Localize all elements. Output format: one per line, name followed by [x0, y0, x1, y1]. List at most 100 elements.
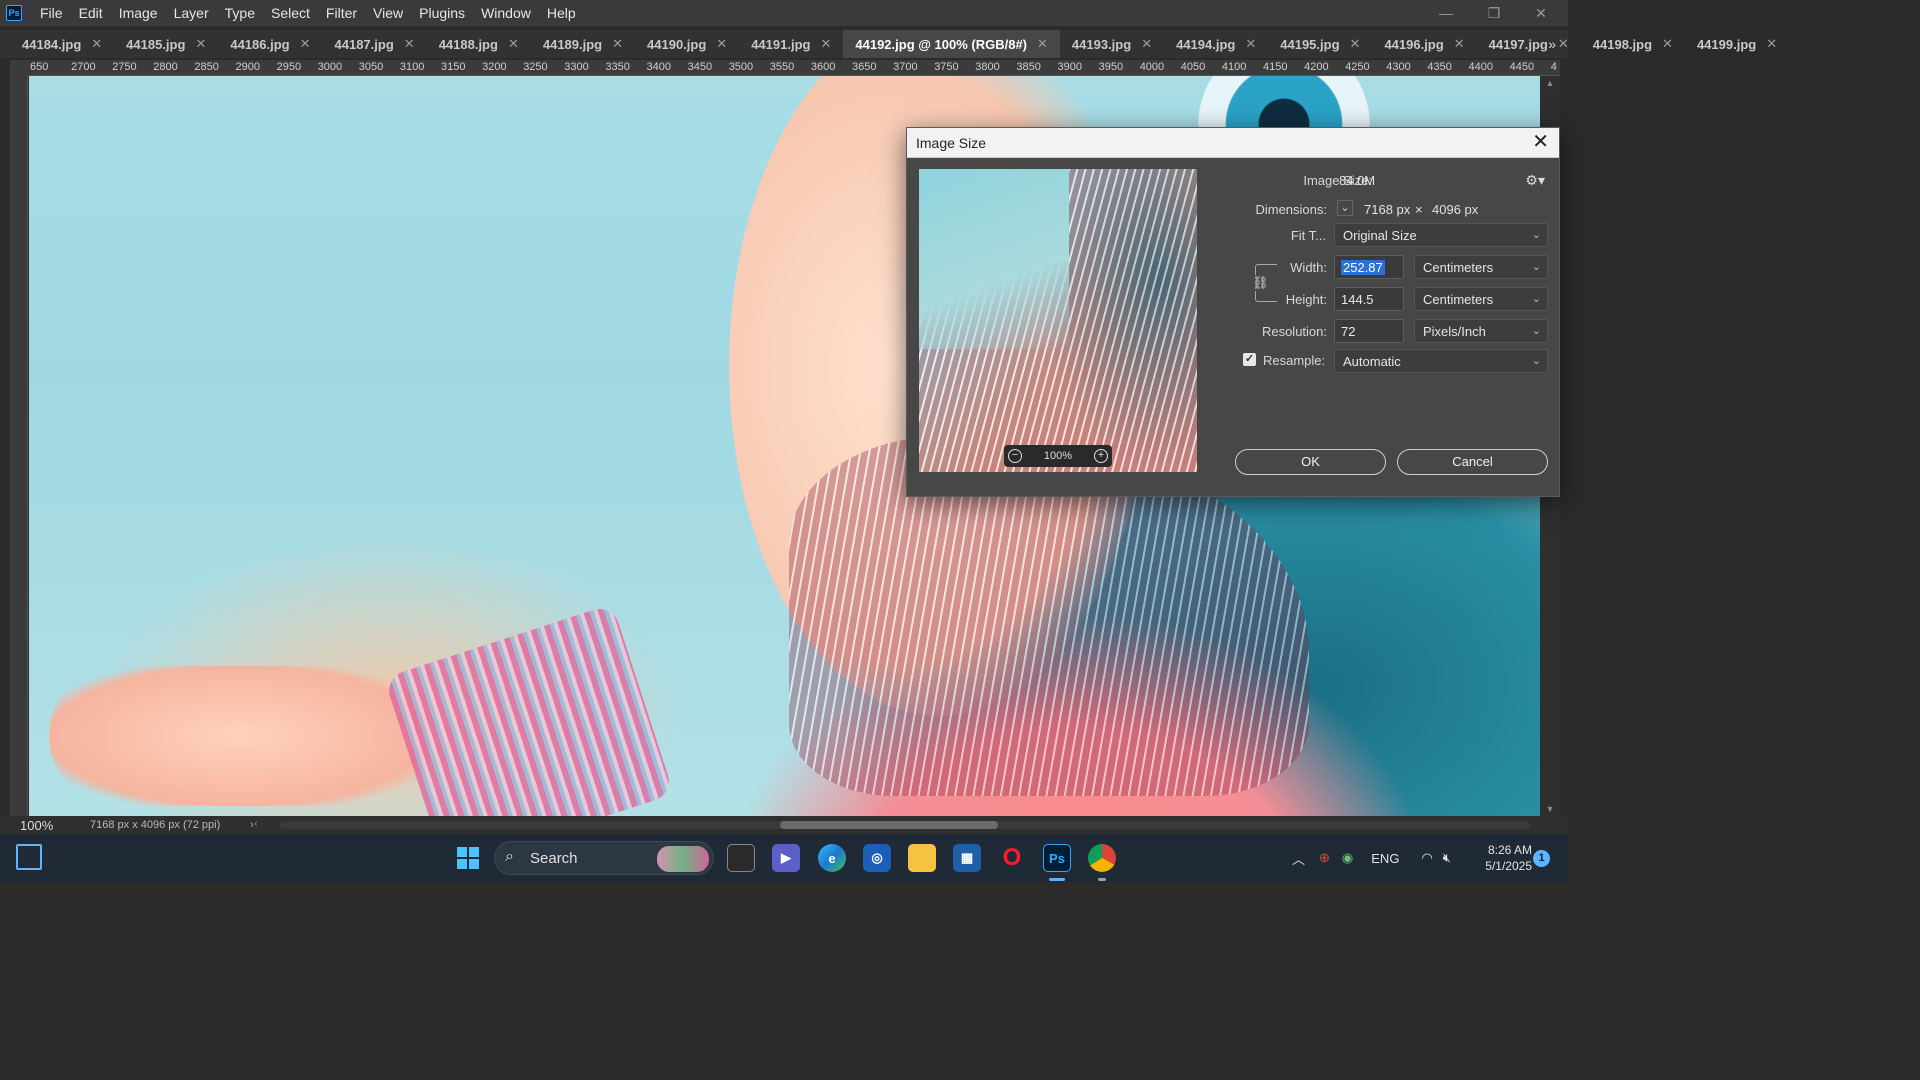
- fit-to-select[interactable]: Original Size ⌄: [1334, 223, 1548, 247]
- tray-network-globe-icon[interactable]: ◉: [1342, 850, 1353, 866]
- photoshop-taskbar-icon[interactable]: Ps: [1043, 844, 1071, 872]
- width-unit-select[interactable]: Centimeters ⌄: [1414, 255, 1548, 279]
- tab-label: 44197.jpg: [1488, 36, 1548, 52]
- tab-44191[interactable]: 44191.jpg ✕: [739, 30, 843, 58]
- resolution-input[interactable]: 72: [1334, 319, 1404, 343]
- menu-plugins[interactable]: Plugins: [411, 0, 473, 26]
- tab-close-icon[interactable]: ✕: [716, 36, 727, 52]
- tab-44192-active[interactable]: 44192.jpg @ 100% (RGB/8#) ✕: [843, 30, 1060, 58]
- tab-label: 44186.jpg: [230, 36, 290, 52]
- tray-overflow-icon[interactable]: ︿: [1292, 849, 1305, 868]
- ok-button[interactable]: OK: [1235, 449, 1386, 475]
- chrome-icon[interactable]: [1088, 844, 1116, 872]
- menu-view[interactable]: View: [365, 0, 411, 26]
- restore-icon[interactable]: ❐: [1474, 0, 1514, 26]
- menu-filter[interactable]: Filter: [318, 0, 365, 26]
- tab-44186[interactable]: 44186.jpg ✕: [218, 30, 322, 58]
- tab-44194[interactable]: 44194.jpg ✕: [1164, 30, 1268, 58]
- tab-44195[interactable]: 44195.jpg ✕: [1268, 30, 1372, 58]
- wifi-icon[interactable]: ◠: [1421, 850, 1432, 866]
- scroll-up-icon[interactable]: ▲: [1540, 78, 1560, 88]
- horizontal-scrollbar[interactable]: ‹: [250, 818, 1540, 832]
- menu-image[interactable]: Image: [111, 0, 166, 26]
- menu-file[interactable]: File: [32, 0, 71, 26]
- meet-icon[interactable]: ▶: [772, 844, 800, 872]
- task-view-icon[interactable]: [727, 844, 755, 872]
- menu-select[interactable]: Select: [263, 0, 318, 26]
- scroll-down-icon[interactable]: ▼: [1540, 804, 1560, 814]
- tray-app-icon[interactable]: ⊕: [1319, 850, 1330, 866]
- scroll-left-icon[interactable]: ‹: [254, 818, 258, 830]
- scrollbar-thumb[interactable]: [780, 821, 998, 829]
- tab-44187[interactable]: 44187.jpg ✕: [323, 30, 427, 58]
- tab-44193[interactable]: 44193.jpg ✕: [1060, 30, 1164, 58]
- cancel-button[interactable]: Cancel: [1397, 449, 1548, 475]
- tab-close-icon[interactable]: ✕: [1766, 36, 1777, 52]
- opera-icon[interactable]: O: [998, 844, 1026, 872]
- tab-close-icon[interactable]: ✕: [1245, 36, 1256, 52]
- tab-44196[interactable]: 44196.jpg ✕: [1372, 30, 1476, 58]
- ruler-tick-label: 3900: [1057, 61, 1082, 73]
- fit-to-label: Fit T...: [1290, 228, 1326, 243]
- image-preview[interactable]: − 100% +: [919, 169, 1197, 472]
- dimensions-units-chevron-icon[interactable]: ⌄: [1337, 200, 1353, 216]
- gear-icon[interactable]: ⚙▾: [1525, 172, 1545, 189]
- dimensions-width: 7168 px: [1364, 202, 1411, 217]
- zoom-in-icon[interactable]: +: [1093, 449, 1108, 463]
- menu-window[interactable]: Window: [473, 0, 539, 26]
- language-indicator[interactable]: ENG: [1371, 851, 1399, 866]
- tab-close-icon[interactable]: ✕: [1662, 36, 1673, 52]
- ruler-tick-label: 4350: [1427, 61, 1452, 73]
- link-proportions-icon[interactable]: ⛓: [1252, 275, 1269, 291]
- preview-zoom-level: 100%: [1043, 450, 1073, 462]
- tab-close-icon[interactable]: ✕: [1454, 36, 1465, 52]
- tab-44199[interactable]: 44199.jpg ✕: [1685, 30, 1789, 58]
- zoom-out-icon[interactable]: −: [1008, 449, 1022, 463]
- resample-select[interactable]: Automatic ⌄: [1334, 349, 1548, 373]
- minimize-icon[interactable]: —: [1426, 0, 1466, 26]
- taskbar-search[interactable]: ⌕ Search: [494, 841, 714, 875]
- tab-close-icon[interactable]: ✕: [1558, 36, 1569, 52]
- resample-checkbox[interactable]: ✓: [1243, 353, 1256, 366]
- height-input[interactable]: 144.5: [1334, 287, 1404, 311]
- menu-type[interactable]: Type: [217, 0, 263, 26]
- menu-edit[interactable]: Edit: [71, 0, 111, 26]
- ruler-tick-label: 3600: [810, 61, 836, 73]
- tab-close-icon[interactable]: ✕: [612, 36, 623, 52]
- menu-help[interactable]: Help: [539, 0, 584, 26]
- tab-close-icon[interactable]: ✕: [1350, 36, 1361, 52]
- notification-badge[interactable]: 1: [1533, 850, 1550, 867]
- tab-close-icon[interactable]: ✕: [300, 36, 311, 52]
- tab-close-icon[interactable]: ✕: [404, 36, 415, 52]
- tab-close-icon[interactable]: ✕: [820, 36, 831, 52]
- tab-close-icon[interactable]: ✕: [91, 36, 102, 52]
- close-icon[interactable]: ✕: [1532, 131, 1549, 153]
- menu-layer[interactable]: Layer: [166, 0, 217, 26]
- height-unit-select[interactable]: Centimeters ⌄: [1414, 287, 1548, 311]
- store-icon[interactable]: ▦: [953, 844, 981, 872]
- close-window-icon[interactable]: ✕: [1521, 0, 1561, 26]
- start-icon[interactable]: [454, 844, 482, 872]
- system-clock[interactable]: 8:26 AM 5/1/2025: [1470, 842, 1532, 874]
- tab-44188[interactable]: 44188.jpg ✕: [427, 30, 531, 58]
- resolution-unit-select[interactable]: Pixels/Inch ⌄: [1414, 319, 1548, 343]
- tab-close-icon[interactable]: ✕: [1037, 36, 1048, 52]
- tab-44184[interactable]: 44184.jpg ✕: [10, 30, 114, 58]
- tab-44190[interactable]: 44190.jpg ✕: [635, 30, 739, 58]
- file-explorer-icon[interactable]: [908, 844, 936, 872]
- tab-close-icon[interactable]: ✕: [1141, 36, 1152, 52]
- zoom-level[interactable]: 100%: [0, 818, 62, 833]
- tab-44197[interactable]: 44197.jpg ✕: [1477, 30, 1581, 58]
- tab-44185[interactable]: 44185.jpg ✕: [114, 30, 218, 58]
- speaker-muted-icon[interactable]: 🔇︎: [1443, 850, 1451, 866]
- widgets-icon[interactable]: [16, 844, 42, 870]
- tab-overflow-icon[interactable]: »: [1548, 30, 1556, 58]
- tab-close-icon[interactable]: ✕: [508, 36, 519, 52]
- tab-44189[interactable]: 44189.jpg ✕: [531, 30, 635, 58]
- tab-close-icon[interactable]: ✕: [195, 36, 206, 52]
- tab-44198[interactable]: 44198.jpg ✕: [1581, 30, 1685, 58]
- lens-icon[interactable]: ◎: [863, 844, 891, 872]
- width-input[interactable]: 252.87: [1334, 255, 1404, 279]
- edge-icon[interactable]: e: [818, 844, 846, 872]
- dialog-title-bar[interactable]: Image Size ✕: [907, 128, 1559, 158]
